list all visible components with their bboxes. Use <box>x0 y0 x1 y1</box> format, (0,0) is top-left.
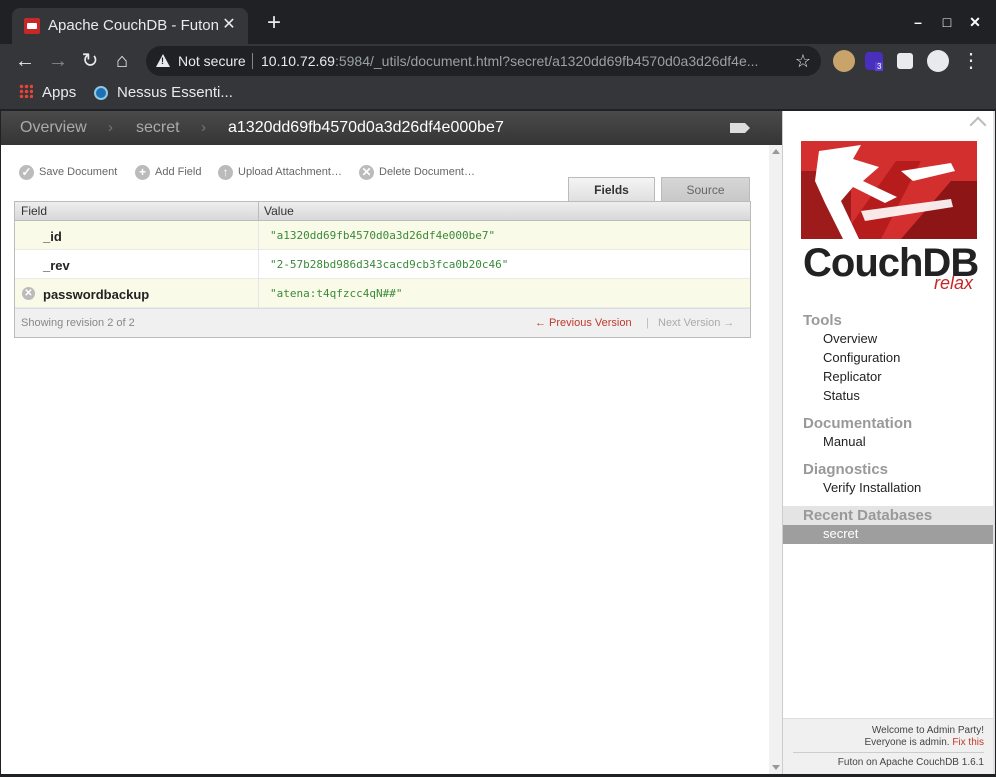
column-divider <box>258 221 259 250</box>
sidebar-heading-documentation: Documentation <box>803 415 913 432</box>
next-version-link[interactable]: Next Version → <box>658 317 734 329</box>
tab-close-icon[interactable]: ✕ <box>220 16 238 34</box>
scroll-down-icon[interactable] <box>772 765 780 770</box>
back-button[interactable]: ← <box>12 48 38 74</box>
sidebar-heading-diagnostics: Diagnostics <box>803 461 889 478</box>
sidebar: CouchDB relax Tools Overview Configurati… <box>782 111 994 774</box>
table-row[interactable]: _id "a1320dd69fb4570d0a3d26df4e000be7" <box>15 221 750 250</box>
main-content: Overview › secret › a1320dd69fb4570d0a3d… <box>1 111 782 774</box>
version-text: Futon on Apache CouchDB 1.6.1 <box>837 757 984 768</box>
sidebar-item-configuration[interactable]: Configuration <box>823 350 900 365</box>
sidebar-item-replicator[interactable]: Replicator <box>823 369 882 384</box>
browser-tab[interactable]: Apache CouchDB - Futon: D ✕ <box>12 8 248 44</box>
field-name: _id <box>43 229 62 244</box>
fix-this-link[interactable]: Fix this <box>952 737 984 748</box>
sidebar-item-verify-installation[interactable]: Verify Installation <box>823 480 921 495</box>
omnibox-divider <box>252 53 253 69</box>
couchdb-logo-graphic <box>801 141 977 239</box>
close-window-button[interactable]: ✕ <box>965 12 985 32</box>
column-header-field: Field <box>21 204 48 218</box>
nessus-icon[interactable] <box>94 86 108 100</box>
upload-icon: ↑ <box>218 165 233 180</box>
bookmark-star-icon[interactable]: ☆ <box>795 51 811 72</box>
sidebar-item-status[interactable]: Status <box>823 388 860 403</box>
couchdb-logo: CouchDB relax <box>801 141 979 293</box>
profile-avatar-icon[interactable] <box>927 50 949 72</box>
pager-separator: | <box>646 317 649 329</box>
extension-badge: 3 <box>875 62 884 71</box>
page-scrollbar[interactable] <box>993 111 995 774</box>
page-viewport: Overview › secret › a1320dd69fb4570d0a3d… <box>1 111 994 774</box>
forward-button[interactable]: → <box>45 48 71 74</box>
logo-tagline: relax <box>933 273 973 293</box>
column-divider <box>258 250 259 279</box>
table-row[interactable]: _rev "2-57b28bd986d343cacd9cb3fca0b20c46… <box>15 250 750 279</box>
main-scrollbar[interactable] <box>769 145 782 774</box>
reload-button[interactable]: ↻ <box>77 48 103 74</box>
kebab-menu-icon[interactable]: ⋮ <box>958 48 984 74</box>
scroll-up-icon[interactable] <box>772 149 780 154</box>
sidebar-item-recent-secret[interactable]: secret <box>823 526 858 541</box>
field-name: _rev <box>43 258 70 273</box>
tab-fields[interactable]: Fields <box>568 177 655 201</box>
bookmarks-bar: Apps Nessus Essenti... <box>0 78 996 110</box>
column-divider <box>258 279 259 308</box>
breadcrumb-separator: › <box>108 119 113 136</box>
new-tab-button[interactable]: + <box>262 11 286 36</box>
breadcrumb-document: a1320dd69fb4570d0a3d26df4e000be7 <box>228 119 504 136</box>
sidebar-heading-recent-databases: Recent Databases <box>803 507 933 524</box>
plus-icon: + <box>135 165 150 180</box>
table-header: Field Value <box>15 202 750 221</box>
warning-icon[interactable] <box>156 54 170 67</box>
delete-icon: ✕ <box>359 165 374 180</box>
table-row[interactable]: ✕ passwordbackup "atena:t4qfzcc4qN##" <box>15 279 750 308</box>
table-footer: Showing revision 2 of 2 ← Previous Versi… <box>15 308 750 337</box>
revision-info: Showing revision 2 of 2 <box>21 317 135 329</box>
previous-version-link[interactable]: ← Previous Version <box>535 317 632 329</box>
browser-tab-strip: Apache CouchDB - Futon: D ✕ + – □ ✕ <box>0 0 996 44</box>
column-header-value: Value <box>264 204 294 218</box>
couchdb-favicon-icon <box>24 18 40 34</box>
admin-party-notice: Everyone is admin. Fix this <box>864 737 985 748</box>
field-name[interactable]: passwordbackup <box>43 287 149 302</box>
minimize-button[interactable]: – <box>908 12 928 32</box>
footer-divider <box>793 752 984 753</box>
breadcrumb: Overview › secret › a1320dd69fb4570d0a3d… <box>1 111 782 145</box>
field-value[interactable]: "2-57b28bd986d343cacd9cb3fca0b20c46" <box>270 258 508 271</box>
shield-extension-icon[interactable]: 3 <box>865 52 884 71</box>
delete-field-icon[interactable]: ✕ <box>22 287 35 300</box>
bookmark-apps[interactable]: Apps <box>42 84 76 104</box>
browser-toolbar: ← → ↻ ⌂ Not secure 10.10.72.69:5984/_uti… <box>0 44 996 78</box>
tab-title: Apache CouchDB - Futon: D <box>48 17 218 34</box>
field-value[interactable]: "atena:t4qfzcc4qN##" <box>270 287 402 300</box>
bookmark-nessus[interactable]: Nessus Essenti... <box>117 84 233 104</box>
home-button[interactable]: ⌂ <box>109 48 135 74</box>
field-value[interactable]: "a1320dd69fb4570d0a3d26df4e000be7" <box>270 229 495 242</box>
sidebar-footer: Welcome to Admin Party! Everyone is admi… <box>783 718 994 774</box>
tag-icon[interactable] <box>730 123 750 133</box>
welcome-text: Welcome to Admin Party! <box>871 725 984 736</box>
sidebar-item-manual[interactable]: Manual <box>823 434 866 449</box>
collapse-sidebar-icon[interactable] <box>969 116 987 134</box>
address-bar[interactable]: Not secure 10.10.72.69:5984/_utils/docum… <box>146 46 821 76</box>
breadcrumb-database[interactable]: secret <box>136 119 180 137</box>
sidebar-heading-tools: Tools <box>803 312 842 329</box>
url-text[interactable]: 10.10.72.69:5984/_utils/document.html?se… <box>261 53 781 69</box>
check-icon: ✓ <box>19 165 34 180</box>
apps-grid-icon[interactable] <box>19 84 33 98</box>
cookie-extension-icon[interactable] <box>833 50 855 72</box>
column-divider <box>258 202 259 221</box>
puzzle-extensions-icon[interactable] <box>897 53 913 69</box>
breadcrumb-separator: › <box>201 119 206 136</box>
tab-source[interactable]: Source <box>661 177 750 201</box>
document-fields-table: Field Value _id "a1320dd69fb4570d0a3d26d… <box>14 201 751 338</box>
security-label[interactable]: Not secure <box>178 53 246 69</box>
sidebar-item-overview[interactable]: Overview <box>823 331 877 346</box>
recent-database-highlight <box>783 525 994 544</box>
maximize-button[interactable]: □ <box>937 12 957 32</box>
breadcrumb-overview[interactable]: Overview <box>20 119 87 137</box>
